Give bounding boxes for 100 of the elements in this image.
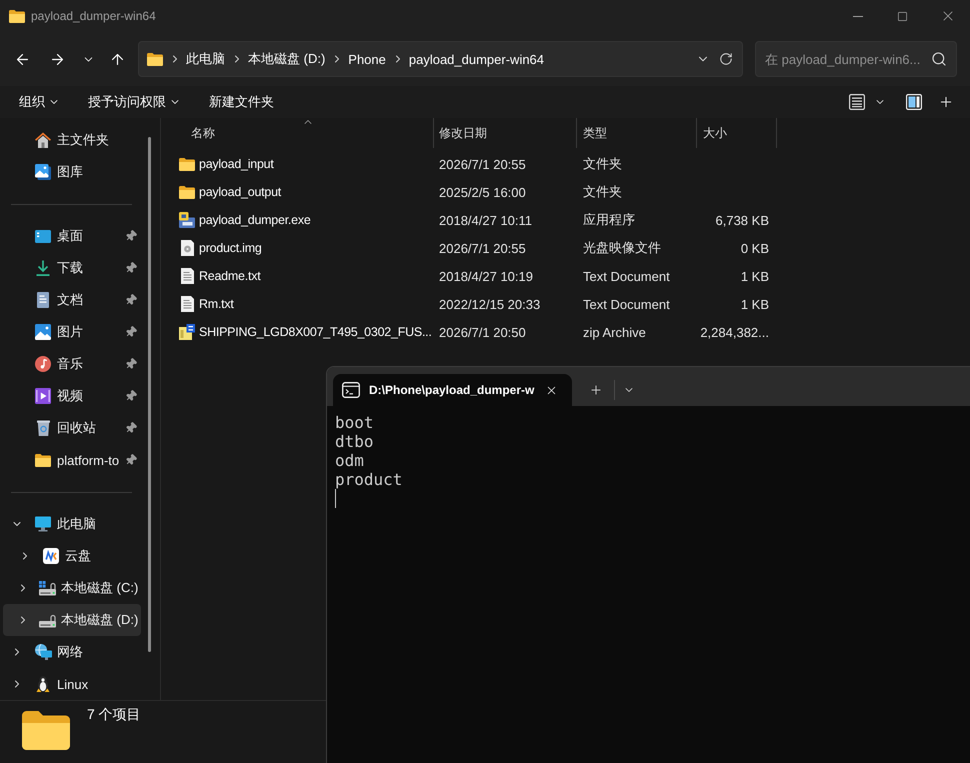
modified-date: 2026/7/1 20:50 [439, 324, 526, 340]
sidebar-item[interactable]: 视频 [3, 380, 141, 412]
recycle-bin-icon [36, 420, 50, 436]
new-tab-button[interactable] [589, 383, 603, 397]
folder-icon [147, 52, 163, 66]
file-name[interactable]: payload_output [199, 185, 281, 199]
sidebar-item[interactable]: 下载 [3, 252, 141, 284]
file-type: 文件夹 [583, 156, 622, 171]
file-type: Text Document [583, 296, 670, 312]
monitor-icon [35, 516, 51, 532]
folder-icon [35, 454, 51, 466]
text-cursor [335, 489, 336, 508]
globe-monitor-icon [34, 644, 52, 660]
file-type: zip Archive [583, 324, 646, 340]
sidebar-item[interactable]: 桌面 [3, 220, 141, 252]
penguin-icon [36, 676, 50, 692]
file-name[interactable]: product.img [199, 241, 262, 255]
terminal-output-line: boot [335, 413, 374, 432]
file-name[interactable]: payload_input [199, 157, 274, 171]
application-icon [179, 212, 195, 228]
video-icon [35, 388, 51, 404]
file-size: 1 KB [740, 268, 769, 284]
breadcrumb-link[interactable]: 本地磁盘 (D:) [248, 50, 326, 68]
command-button[interactable]: 组织 [11, 88, 68, 116]
download-icon [35, 260, 51, 276]
plus-icon [589, 383, 603, 397]
folder-icon [9, 10, 25, 22]
window-title: payload_dumper-win64 [31, 9, 156, 23]
terminal-tab[interactable]: D:\Phone\payload_dumper-w [333, 374, 572, 406]
drive-icon [38, 580, 56, 596]
terminal-output-line: product [335, 470, 402, 489]
tree-item[interactable]: 云盘 [3, 540, 141, 572]
breadcrumb-link[interactable]: Phone [348, 52, 386, 66]
file-type: 光盘映像文件 [583, 240, 661, 255]
breadcrumb-link[interactable]: 此电脑 [186, 50, 225, 68]
home-icon [35, 132, 51, 148]
zip-file-icon [179, 324, 195, 340]
picture-icon [35, 324, 51, 340]
tree-item[interactable]: 本地磁盘 (C:) [3, 572, 141, 604]
disc-image-icon [180, 240, 194, 256]
drive-icon [38, 612, 56, 628]
item-count: 7 个项目 [87, 706, 141, 724]
tree-item[interactable]: 网络 [3, 636, 141, 668]
file-type: Text Document [583, 268, 670, 284]
sidebar-item[interactable]: 文档 [3, 284, 141, 316]
sidebar-item[interactable]: 主文件夹 [3, 124, 141, 156]
refresh-icon [719, 52, 733, 66]
search-box[interactable]: 在 payload_dumper-win6... [755, 41, 957, 77]
sidebar-item[interactable]: 音乐 [3, 348, 141, 380]
text-file-icon [180, 268, 194, 284]
column-header[interactable]: 名称 [170, 118, 434, 148]
file-type: 文件夹 [583, 184, 622, 199]
file-size: 2,284,382... [700, 324, 769, 340]
modified-date: 2026/7/1 20:55 [439, 240, 526, 256]
folder-icon [179, 186, 195, 198]
preview-pane-icon [906, 94, 922, 110]
modified-date: 2018/4/27 10:11 [439, 212, 532, 228]
refresh-button[interactable] [719, 52, 733, 66]
terminal-output-line: dtbo [335, 432, 374, 451]
breadcrumb-link[interactable]: payload_dumper-win64 [408, 52, 544, 66]
column-header[interactable]: 类型 [577, 118, 697, 148]
gallery-icon [35, 164, 51, 180]
scrollbar-thumb[interactable] [148, 137, 151, 652]
document-icon [37, 292, 49, 308]
text-file-icon [180, 296, 194, 312]
file-name[interactable]: Readme.txt [199, 269, 260, 283]
file-name[interactable]: SHIPPING_LGD8X007_T495_0302_FUS... [199, 325, 432, 339]
column-header[interactable]: 修改日期 [434, 118, 577, 148]
terminal-icon [342, 382, 360, 398]
sidebar-item[interactable]: 回收站 [3, 412, 141, 444]
desktop-icon [35, 230, 51, 242]
file-name[interactable]: payload_dumper.exe [199, 213, 311, 227]
plus-icon [938, 94, 954, 110]
maximize-icon [897, 10, 908, 22]
sidebar-item[interactable]: 图片 [3, 316, 141, 348]
address-bar[interactable]: 此电脑 本地磁盘 (D:) Phone payload_dumper-win64 [138, 41, 743, 77]
file-size: 6,738 KB [716, 212, 769, 228]
command-button[interactable]: 新建文件夹 [201, 88, 282, 116]
file-type: 应用程序 [583, 212, 635, 227]
sidebar-item[interactable]: platform-to [3, 444, 141, 476]
search-field[interactable]: 在 payload_dumper-win6... [765, 52, 925, 66]
command-button[interactable]: 授予访问权限 [80, 88, 189, 116]
folder-icon [179, 158, 195, 170]
modified-date: 2018/4/27 10:19 [439, 268, 533, 284]
music-note-icon [35, 356, 51, 372]
app-logo-icon [43, 548, 59, 564]
modified-date: 2022/12/15 20:33 [439, 296, 540, 312]
column-header[interactable]: 大小 [697, 118, 777, 148]
modified-date: 2026/7/1 20:55 [439, 156, 526, 172]
list-view-icon [849, 94, 865, 110]
tree-item[interactable]: Linux [3, 668, 141, 700]
tree-item[interactable]: 本地磁盘 (D:) [3, 604, 141, 636]
terminal-output-line: odm [335, 451, 364, 470]
tree-item[interactable]: 此电脑 [3, 508, 141, 540]
file-name[interactable]: Rm.txt [199, 297, 234, 311]
modified-date: 2025/2/5 16:00 [439, 184, 526, 200]
sidebar-item[interactable]: 图库 [3, 156, 141, 188]
search-icon[interactable] [931, 51, 947, 67]
file-size: 0 KB [740, 240, 769, 256]
folder-icon [22, 711, 70, 750]
